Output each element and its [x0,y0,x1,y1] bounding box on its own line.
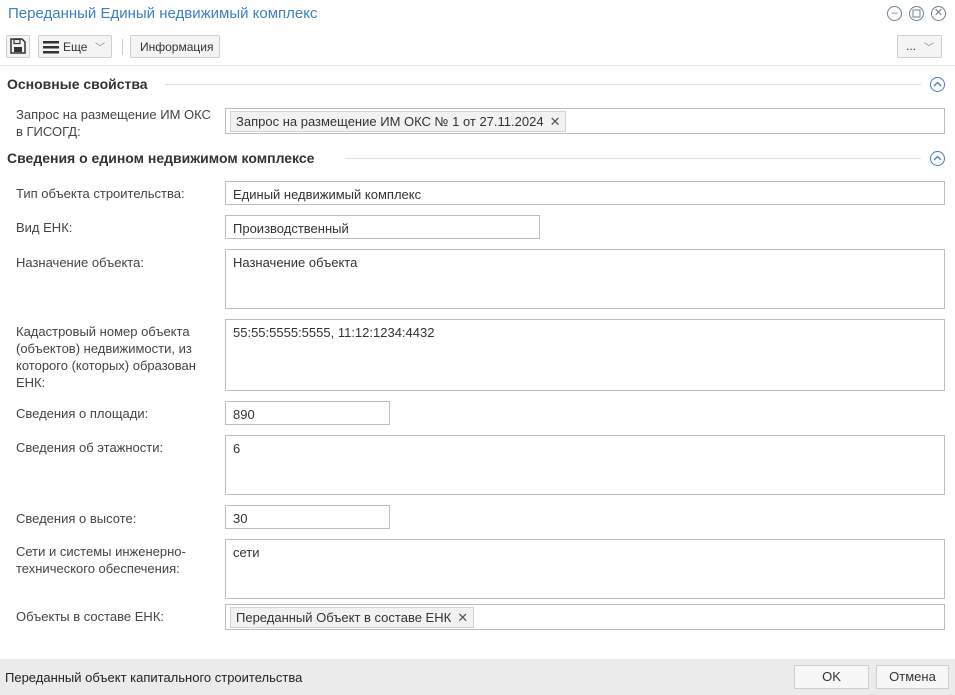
toolbar: Еще ﹀ Информация ... ﹀ [0,33,955,61]
status-text: Переданный объект капитального строитель… [5,670,303,685]
section-title-enk: Сведения о едином недвижимом комплексе [7,150,315,166]
section-divider [345,158,921,159]
height-label: Сведения о высоте: [16,511,137,526]
save-icon [10,38,26,54]
chevron-down-icon: ﹀ [924,43,934,54]
height-field[interactable]: 30 [225,505,390,529]
request-field[interactable]: Запрос на размещение ИМ ОКС № 1 от 27.11… [225,108,945,134]
section-divider [165,84,921,85]
construction-type-field[interactable]: Единый недвижимый комплекс [225,181,945,205]
objects-tag-text: Переданный Объект в составе ЕНК [236,610,452,625]
overflow-menu-button[interactable]: ... ﹀ [897,35,942,58]
info-button[interactable]: Информация [130,35,220,58]
remove-tag-icon[interactable]: ✕ [550,114,561,129]
cadastral-label: Кадастровый номер объекта (объектов) нед… [16,324,196,390]
objects-field[interactable]: Переданный Объект в составе ЕНК ✕ [225,604,945,630]
status-bar: Переданный объект капитального строитель… [0,659,955,695]
info-button-label: Информация [140,40,214,54]
window-title: Переданный Единый недвижимый комплекс [8,5,318,22]
minimize-icon[interactable]: – [887,6,902,21]
networks-textarea[interactable]: сети [225,539,945,599]
purpose-textarea[interactable]: Назначение объекта [225,249,945,309]
more-menu-button[interactable]: Еще ﹀ [38,35,112,58]
overflow-label: ... [906,39,917,53]
floors-textarea[interactable]: 6 [225,435,945,495]
collapse-enk-icon[interactable] [930,151,945,166]
floors-label: Сведения об этажности: [16,440,164,455]
restore-icon[interactable] [909,6,924,21]
objects-label: Объекты в составе ЕНК: [16,609,165,624]
window-titlebar: Переданный Единый недвижимый комплекс – … [0,0,955,29]
construction-type-label: Тип объекта строительства: [16,186,185,201]
cancel-button[interactable]: Отмена [876,665,949,689]
chevron-down-icon: ﹀ [95,43,105,54]
networks-label: Сети и системы инженерно-технического об… [16,544,186,576]
request-tag[interactable]: Запрос на размещение ИМ ОКС № 1 от 27.11… [230,111,567,132]
collapse-main-icon[interactable] [930,77,945,92]
purpose-label: Назначение объекта: [16,255,144,270]
more-menu-label: Еще [63,40,88,54]
area-field[interactable]: 890 [225,401,390,425]
save-button[interactable] [6,35,30,58]
section-title-main: Основные свойства [7,76,148,92]
enk-kind-field[interactable]: Производственный [225,215,540,239]
ok-button[interactable]: OK [794,665,869,689]
area-label: Сведения о площади: [16,406,149,421]
toolbar-divider [0,65,955,66]
enk-kind-label: Вид ЕНК: [16,220,73,235]
menu-icon [43,41,59,54]
toolbar-separator [122,39,123,55]
objects-tag[interactable]: Переданный Объект в составе ЕНК ✕ [230,607,475,628]
close-icon[interactable]: ✕ [931,6,946,21]
remove-tag-icon[interactable]: ✕ [457,610,468,625]
cadastral-textarea[interactable]: 55:55:5555:5555, 11:12:1234:4432 [225,319,945,391]
request-label: Запрос на размещение ИМ ОКС в ГИСОГД: [16,107,211,139]
request-tag-text: Запрос на размещение ИМ ОКС № 1 от 27.11… [236,114,544,129]
